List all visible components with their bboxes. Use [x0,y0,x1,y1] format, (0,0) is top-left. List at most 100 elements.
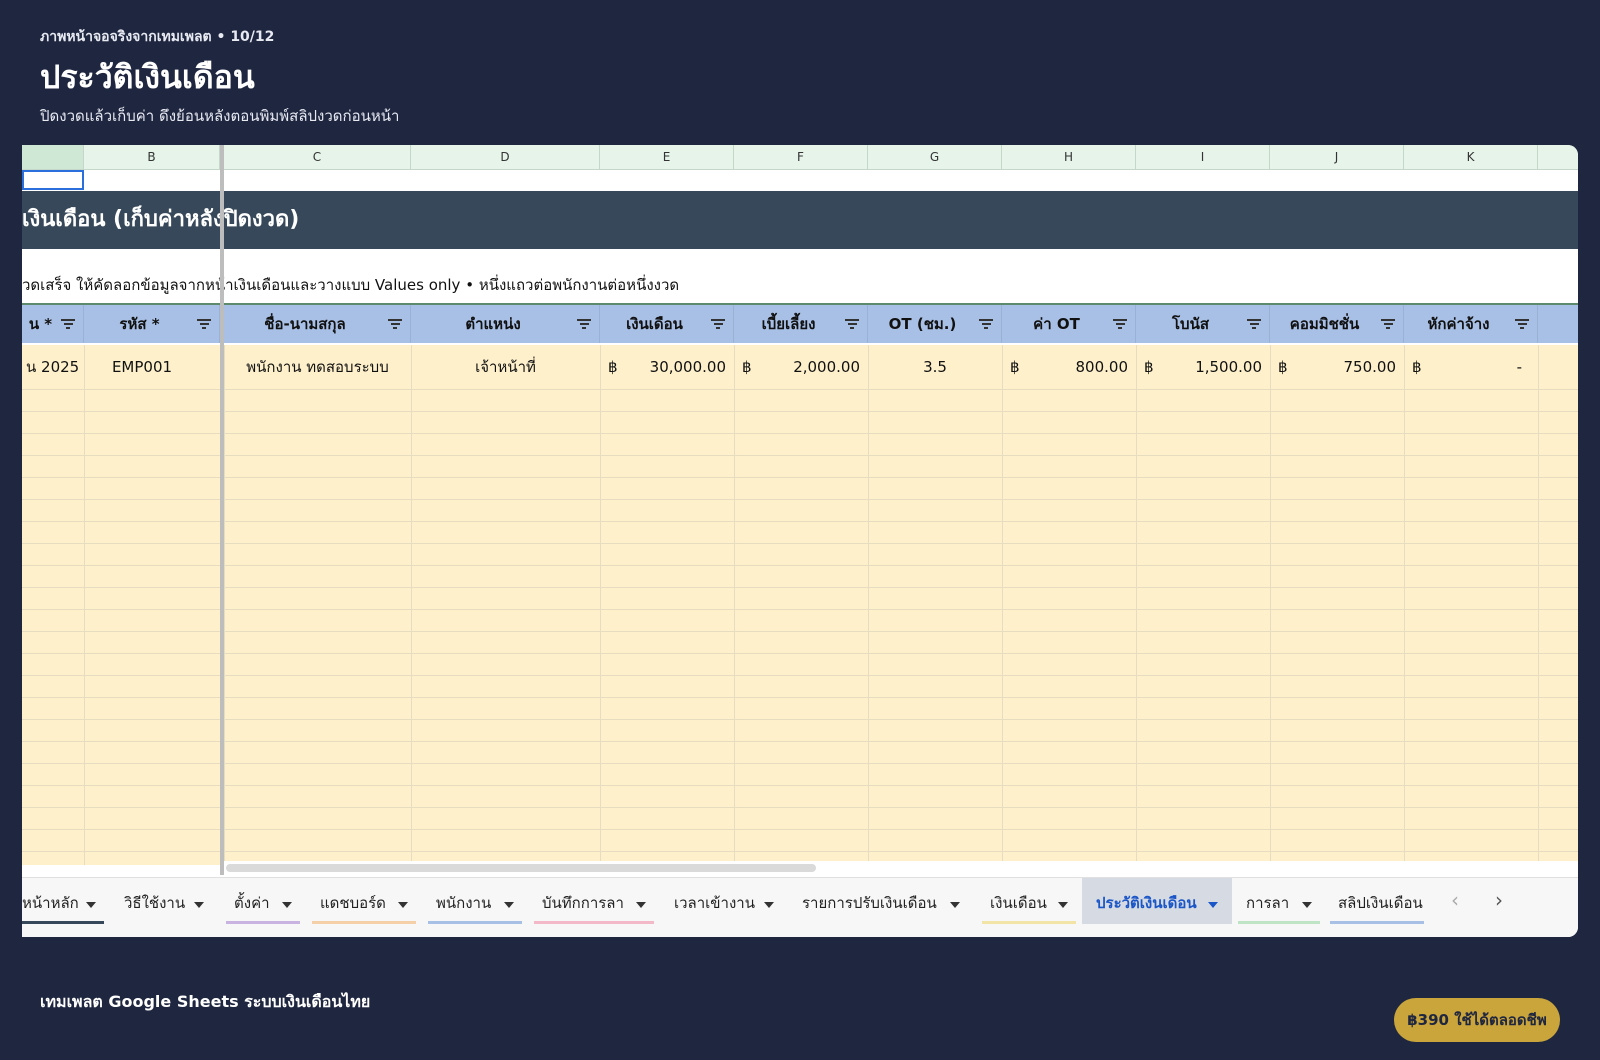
table-header-row: น * รหัส * ชื่อ-นามสกุล ตำแหน่ง เงินเดือ… [22,303,1578,343]
tab-employees[interactable]: พนักงาน [422,878,528,924]
chevron-down-icon[interactable] [282,902,292,908]
tab-attendance[interactable]: เวลาเข้างาน [660,878,788,924]
column-letter[interactable]: F [734,145,868,169]
header-deduction[interactable]: หักค่าจ้าง [1404,305,1538,343]
grid-column-line [1002,345,1003,865]
column-letter[interactable]: K [1404,145,1538,169]
scroll-tabs-right-icon[interactable]: › [1484,888,1514,912]
filter-icon[interactable] [1247,319,1261,329]
chevron-down-icon[interactable] [86,902,96,908]
tab-home[interactable]: หน้าหลัก [22,878,110,924]
grid-column-line [734,345,735,865]
header-salary[interactable]: เงินเดือน [600,305,734,343]
chevron-down-icon[interactable] [398,902,408,908]
column-letter[interactable]: H [1002,145,1136,169]
grid-column-line [868,345,869,865]
filter-icon[interactable] [1515,319,1529,329]
frozen-column-divider[interactable] [220,145,224,875]
filter-icon[interactable] [979,319,993,329]
sheet-tab-bar: หน้าหลัก วิธีใช้งาน ตั้งค่า แดชบอร์ด พนั… [22,877,1578,937]
cell-ot-pay[interactable]: 800.00 [1002,345,1129,389]
filter-icon[interactable] [845,319,859,329]
grid-row-line [22,455,1578,456]
header-ot-hours[interactable]: OT (ชม.) [868,305,1002,343]
price-button[interactable]: ฿390 ใช้ได้ตลอดชีพ [1394,998,1560,1042]
filter-icon[interactable] [577,319,591,329]
chevron-down-icon[interactable] [764,902,774,908]
grid-row-line [22,631,1578,632]
filter-icon[interactable] [61,319,75,329]
scroll-tabs-left-icon[interactable]: ‹ [1440,888,1470,912]
grid-row-line [22,389,1578,390]
grid-row-line [22,587,1578,588]
cell-name[interactable]: พนักงาน ทดสอบระบบ [224,345,411,389]
column-letter[interactable]: E [600,145,734,169]
cell-commission[interactable]: 750.00 [1270,345,1397,389]
chevron-down-icon[interactable] [194,902,204,908]
header-position[interactable]: ตำแหน่ง [411,305,600,343]
tab-payroll[interactable]: เงินเดือน [976,878,1082,924]
chevron-down-icon[interactable] [1058,902,1068,908]
column-letter[interactable]: C [224,145,411,169]
grid-row-line [22,851,1578,852]
header-name[interactable]: ชื่อ-นามสกุล [224,305,411,343]
tab-color-bar [1088,921,1226,924]
header-allowance[interactable]: เบี้ยเลี้ยง [734,305,868,343]
filter-icon[interactable] [388,319,402,329]
column-letter[interactable] [22,145,84,169]
column-letter[interactable]: B [84,145,220,169]
chevron-down-icon[interactable] [950,902,960,908]
chevron-down-icon[interactable] [504,902,514,908]
tab-payslip[interactable]: สลิปเงินเดือน [1324,878,1430,924]
tab-color-bar [1238,921,1320,924]
column-letter[interactable]: G [868,145,1002,169]
grid-column-line [224,345,225,865]
footer-product-name: เทมเพลต Google Sheets ระบบเงินเดือนไทย [40,992,371,1011]
tab-color-bar [666,921,782,924]
grid-row-line [22,499,1578,500]
tab-color-bar [22,921,104,924]
cell-salary[interactable]: 30,000.00 [600,345,726,389]
horizontal-scrollbar[interactable] [220,861,1578,875]
grid-row-line [22,609,1578,610]
cell-allowance[interactable]: 2,000.00 [734,345,860,389]
tab-color-bar [982,921,1076,924]
column-letter[interactable]: D [411,145,600,169]
tab-payroll-history[interactable]: ประวัติเงินเดือน [1082,878,1232,924]
grid-row-line [22,763,1578,764]
scrollbar-thumb[interactable] [226,864,816,872]
filter-icon[interactable] [711,319,725,329]
chevron-down-icon[interactable] [636,902,646,908]
cell-bonus[interactable]: 1,500.00 [1136,345,1262,389]
grid-row-line [22,433,1578,434]
header-period[interactable]: น * [22,305,84,343]
tab-settings[interactable]: ตั้งค่า [220,878,306,924]
grid-row-line [22,719,1578,720]
selected-cell[interactable] [22,170,84,190]
header-bonus[interactable]: โบนัส [1136,305,1270,343]
filter-icon[interactable] [197,319,211,329]
tab-salary-adjustments[interactable]: รายการปรับเงินเดือน [788,878,974,924]
filter-icon[interactable] [1381,319,1395,329]
header-id[interactable]: รหัส * [84,305,220,343]
header-commission[interactable]: คอมมิชชั่น [1270,305,1404,343]
cell-id[interactable]: EMP001 [84,345,220,389]
header-ot-pay[interactable]: ค่า OT [1002,305,1136,343]
cell-deduction[interactable]: - [1404,345,1522,389]
chevron-down-icon[interactable] [1208,902,1218,908]
tab-color-bar [312,921,416,924]
tab-howto[interactable]: วิธีใช้งาน [110,878,218,924]
column-letter[interactable]: I [1136,145,1270,169]
column-letter[interactable]: J [1270,145,1404,169]
tab-leave[interactable]: การลา [1232,878,1326,924]
grid-column-line [1538,345,1539,865]
filter-icon[interactable] [1113,319,1127,329]
tab-dashboard[interactable]: แดชบอร์ด [306,878,422,924]
grid-row-line [22,675,1578,676]
cell-position[interactable]: เจ้าหน้าที่ [411,345,600,389]
chevron-down-icon[interactable] [1302,902,1312,908]
cell-period[interactable]: น 2025 [26,345,84,389]
page-title: ประวัติเงินเดือน [40,58,255,96]
tab-leave-log[interactable]: บันทึกการลา [528,878,660,924]
cell-ot-hours[interactable]: 3.5 [868,345,1002,389]
